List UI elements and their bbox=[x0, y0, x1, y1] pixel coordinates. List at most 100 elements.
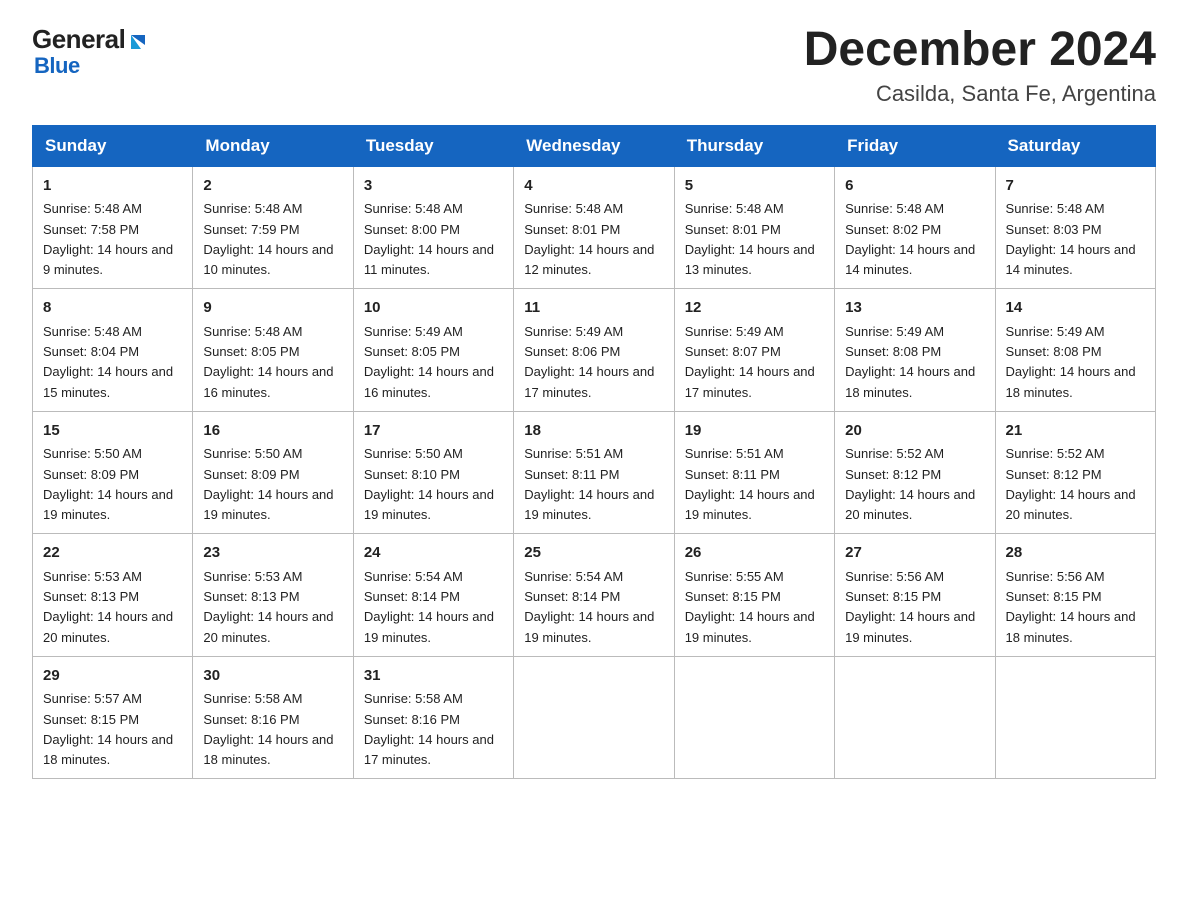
table-row: 8 Sunrise: 5:48 AMSunset: 8:04 PMDayligh… bbox=[33, 289, 193, 412]
table-row: 16 Sunrise: 5:50 AMSunset: 8:09 PMDaylig… bbox=[193, 411, 353, 534]
day-info: Sunrise: 5:51 AMSunset: 8:11 PMDaylight:… bbox=[524, 446, 654, 522]
table-row: 14 Sunrise: 5:49 AMSunset: 8:08 PMDaylig… bbox=[995, 289, 1155, 412]
day-info: Sunrise: 5:52 AMSunset: 8:12 PMDaylight:… bbox=[845, 446, 975, 522]
day-number: 13 bbox=[845, 297, 984, 320]
table-row: 27 Sunrise: 5:56 AMSunset: 8:15 PMDaylig… bbox=[835, 534, 995, 657]
col-friday: Friday bbox=[835, 125, 995, 166]
col-tuesday: Tuesday bbox=[353, 125, 513, 166]
table-row: 28 Sunrise: 5:56 AMSunset: 8:15 PMDaylig… bbox=[995, 534, 1155, 657]
day-number: 9 bbox=[203, 297, 342, 320]
day-info: Sunrise: 5:50 AMSunset: 8:09 PMDaylight:… bbox=[203, 446, 333, 522]
calendar-week-row: 29 Sunrise: 5:57 AMSunset: 8:15 PMDaylig… bbox=[33, 656, 1156, 779]
day-info: Sunrise: 5:53 AMSunset: 8:13 PMDaylight:… bbox=[203, 569, 333, 645]
table-row: 13 Sunrise: 5:49 AMSunset: 8:08 PMDaylig… bbox=[835, 289, 995, 412]
table-row: 23 Sunrise: 5:53 AMSunset: 8:13 PMDaylig… bbox=[193, 534, 353, 657]
day-number: 14 bbox=[1006, 297, 1145, 320]
day-info: Sunrise: 5:53 AMSunset: 8:13 PMDaylight:… bbox=[43, 569, 173, 645]
day-info: Sunrise: 5:51 AMSunset: 8:11 PMDaylight:… bbox=[685, 446, 815, 522]
day-info: Sunrise: 5:56 AMSunset: 8:15 PMDaylight:… bbox=[845, 569, 975, 645]
table-row: 3 Sunrise: 5:48 AMSunset: 8:00 PMDayligh… bbox=[353, 166, 513, 289]
day-number: 27 bbox=[845, 542, 984, 565]
day-number: 12 bbox=[685, 297, 824, 320]
day-info: Sunrise: 5:48 AMSunset: 8:02 PMDaylight:… bbox=[845, 201, 975, 277]
day-info: Sunrise: 5:54 AMSunset: 8:14 PMDaylight:… bbox=[364, 569, 494, 645]
table-row: 17 Sunrise: 5:50 AMSunset: 8:10 PMDaylig… bbox=[353, 411, 513, 534]
table-row: 6 Sunrise: 5:48 AMSunset: 8:02 PMDayligh… bbox=[835, 166, 995, 289]
table-row: 7 Sunrise: 5:48 AMSunset: 8:03 PMDayligh… bbox=[995, 166, 1155, 289]
table-row: 9 Sunrise: 5:48 AMSunset: 8:05 PMDayligh… bbox=[193, 289, 353, 412]
day-number: 28 bbox=[1006, 542, 1145, 565]
table-row: 20 Sunrise: 5:52 AMSunset: 8:12 PMDaylig… bbox=[835, 411, 995, 534]
table-row bbox=[674, 656, 834, 779]
day-number: 26 bbox=[685, 542, 824, 565]
day-number: 17 bbox=[364, 420, 503, 443]
logo-general-text: General bbox=[32, 24, 125, 55]
day-number: 18 bbox=[524, 420, 663, 443]
day-info: Sunrise: 5:49 AMSunset: 8:08 PMDaylight:… bbox=[845, 324, 975, 400]
day-number: 22 bbox=[43, 542, 182, 565]
day-info: Sunrise: 5:48 AMSunset: 8:01 PMDaylight:… bbox=[685, 201, 815, 277]
table-row: 1 Sunrise: 5:48 AMSunset: 7:58 PMDayligh… bbox=[33, 166, 193, 289]
table-row: 26 Sunrise: 5:55 AMSunset: 8:15 PMDaylig… bbox=[674, 534, 834, 657]
table-row: 22 Sunrise: 5:53 AMSunset: 8:13 PMDaylig… bbox=[33, 534, 193, 657]
calendar-week-row: 22 Sunrise: 5:53 AMSunset: 8:13 PMDaylig… bbox=[33, 534, 1156, 657]
day-info: Sunrise: 5:49 AMSunset: 8:07 PMDaylight:… bbox=[685, 324, 815, 400]
col-wednesday: Wednesday bbox=[514, 125, 674, 166]
day-info: Sunrise: 5:48 AMSunset: 8:05 PMDaylight:… bbox=[203, 324, 333, 400]
day-number: 23 bbox=[203, 542, 342, 565]
logo: General bbox=[32, 24, 149, 55]
day-info: Sunrise: 5:58 AMSunset: 8:16 PMDaylight:… bbox=[364, 691, 494, 767]
month-title: December 2024 bbox=[804, 24, 1156, 77]
col-monday: Monday bbox=[193, 125, 353, 166]
days-of-week-row: Sunday Monday Tuesday Wednesday Thursday… bbox=[33, 125, 1156, 166]
day-number: 2 bbox=[203, 175, 342, 198]
day-info: Sunrise: 5:48 AMSunset: 8:04 PMDaylight:… bbox=[43, 324, 173, 400]
day-number: 20 bbox=[845, 420, 984, 443]
day-info: Sunrise: 5:48 AMSunset: 7:59 PMDaylight:… bbox=[203, 201, 333, 277]
day-number: 4 bbox=[524, 175, 663, 198]
day-number: 29 bbox=[43, 665, 182, 688]
day-info: Sunrise: 5:55 AMSunset: 8:15 PMDaylight:… bbox=[685, 569, 815, 645]
day-info: Sunrise: 5:49 AMSunset: 8:06 PMDaylight:… bbox=[524, 324, 654, 400]
day-number: 30 bbox=[203, 665, 342, 688]
day-info: Sunrise: 5:48 AMSunset: 7:58 PMDaylight:… bbox=[43, 201, 173, 277]
day-info: Sunrise: 5:57 AMSunset: 8:15 PMDaylight:… bbox=[43, 691, 173, 767]
day-number: 1 bbox=[43, 175, 182, 198]
day-number: 5 bbox=[685, 175, 824, 198]
table-row: 4 Sunrise: 5:48 AMSunset: 8:01 PMDayligh… bbox=[514, 166, 674, 289]
day-number: 7 bbox=[1006, 175, 1145, 198]
col-saturday: Saturday bbox=[995, 125, 1155, 166]
day-info: Sunrise: 5:48 AMSunset: 8:00 PMDaylight:… bbox=[364, 201, 494, 277]
table-row: 19 Sunrise: 5:51 AMSunset: 8:11 PMDaylig… bbox=[674, 411, 834, 534]
table-row: 29 Sunrise: 5:57 AMSunset: 8:15 PMDaylig… bbox=[33, 656, 193, 779]
day-info: Sunrise: 5:56 AMSunset: 8:15 PMDaylight:… bbox=[1006, 569, 1136, 645]
table-row: 2 Sunrise: 5:48 AMSunset: 7:59 PMDayligh… bbox=[193, 166, 353, 289]
day-info: Sunrise: 5:58 AMSunset: 8:16 PMDaylight:… bbox=[203, 691, 333, 767]
col-sunday: Sunday bbox=[33, 125, 193, 166]
day-number: 15 bbox=[43, 420, 182, 443]
location-subtitle: Casilda, Santa Fe, Argentina bbox=[804, 81, 1156, 107]
day-info: Sunrise: 5:49 AMSunset: 8:08 PMDaylight:… bbox=[1006, 324, 1136, 400]
calendar-week-row: 15 Sunrise: 5:50 AMSunset: 8:09 PMDaylig… bbox=[33, 411, 1156, 534]
day-info: Sunrise: 5:50 AMSunset: 8:09 PMDaylight:… bbox=[43, 446, 173, 522]
day-info: Sunrise: 5:48 AMSunset: 8:01 PMDaylight:… bbox=[524, 201, 654, 277]
table-row: 18 Sunrise: 5:51 AMSunset: 8:11 PMDaylig… bbox=[514, 411, 674, 534]
table-row bbox=[995, 656, 1155, 779]
day-info: Sunrise: 5:48 AMSunset: 8:03 PMDaylight:… bbox=[1006, 201, 1136, 277]
day-info: Sunrise: 5:54 AMSunset: 8:14 PMDaylight:… bbox=[524, 569, 654, 645]
day-number: 24 bbox=[364, 542, 503, 565]
calendar-week-row: 8 Sunrise: 5:48 AMSunset: 8:04 PMDayligh… bbox=[33, 289, 1156, 412]
table-row: 24 Sunrise: 5:54 AMSunset: 8:14 PMDaylig… bbox=[353, 534, 513, 657]
table-row bbox=[514, 656, 674, 779]
day-info: Sunrise: 5:49 AMSunset: 8:05 PMDaylight:… bbox=[364, 324, 494, 400]
table-row: 11 Sunrise: 5:49 AMSunset: 8:06 PMDaylig… bbox=[514, 289, 674, 412]
day-info: Sunrise: 5:50 AMSunset: 8:10 PMDaylight:… bbox=[364, 446, 494, 522]
day-number: 8 bbox=[43, 297, 182, 320]
table-row bbox=[835, 656, 995, 779]
table-row: 21 Sunrise: 5:52 AMSunset: 8:12 PMDaylig… bbox=[995, 411, 1155, 534]
table-row: 10 Sunrise: 5:49 AMSunset: 8:05 PMDaylig… bbox=[353, 289, 513, 412]
day-number: 3 bbox=[364, 175, 503, 198]
logo-area: General Blue bbox=[32, 24, 149, 79]
col-thursday: Thursday bbox=[674, 125, 834, 166]
logo-flag-icon bbox=[127, 31, 149, 53]
